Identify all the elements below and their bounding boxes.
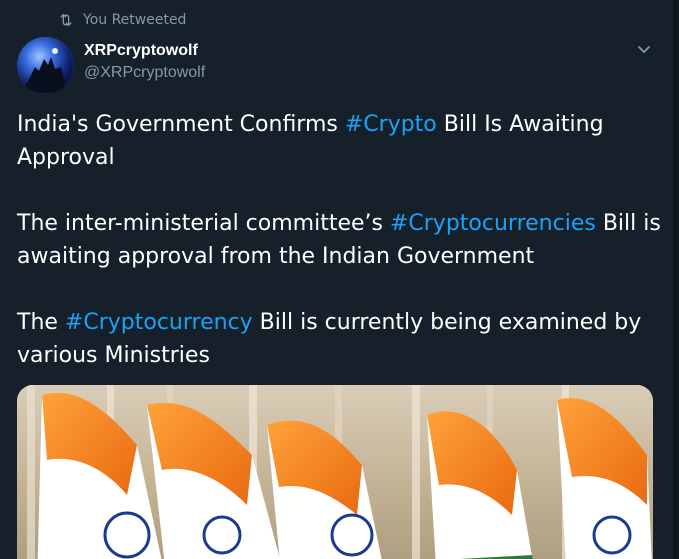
chevron-down-icon[interactable] xyxy=(634,40,654,58)
indian-flags-image-icon xyxy=(17,385,653,559)
handle[interactable]: @XRPcryptowolf xyxy=(84,63,205,83)
retweet-indicator: You Retweeted xyxy=(58,12,186,28)
tweet-paragraph: The inter-ministerial committee’s #Crypt… xyxy=(17,211,661,269)
avatar[interactable] xyxy=(17,37,74,94)
hashtag-link[interactable]: #Cryptocurrency xyxy=(65,310,253,335)
author-block[interactable]: XRPcryptowolf @XRPcryptowolf xyxy=(84,41,205,83)
wolf-avatar-icon xyxy=(17,37,73,93)
retweet-icon xyxy=(60,13,72,27)
hashtag-link[interactable]: #Cryptocurrencies xyxy=(390,211,596,236)
hashtag-link[interactable]: #Crypto xyxy=(345,112,437,137)
tweet-media[interactable] xyxy=(17,385,653,559)
tweet-paragraph: The #Cryptocurrency Bill is currently be… xyxy=(17,310,642,368)
display-name[interactable]: XRPcryptowolf xyxy=(84,41,205,61)
tweet-paragraph: India's Government Confirms #Crypto Bill… xyxy=(17,112,604,170)
tweet-text: India's Government Confirms #Crypto Bill… xyxy=(17,108,667,372)
retweet-label: You Retweeted xyxy=(83,12,187,28)
tweet[interactable]: You Retweeted XRPcryptowolf @XRPcryptowo… xyxy=(0,0,679,559)
